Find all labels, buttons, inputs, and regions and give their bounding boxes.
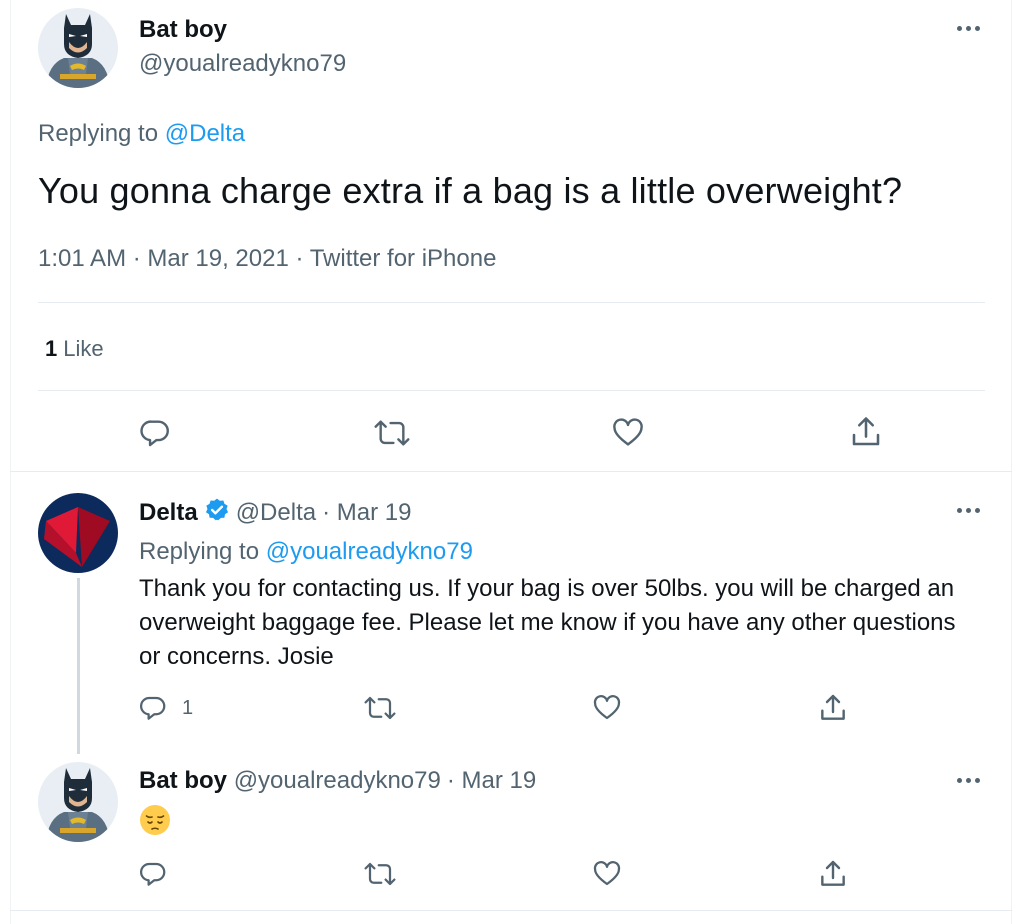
pensive-face-emoji [140,805,170,835]
replying-to-link[interactable]: @youalreadykno79 [266,538,473,565]
more-options-icon[interactable] [952,500,984,520]
batboy-author-header: Bat boy @youalreadykno79 · Mar 19 [139,767,536,795]
reply-icon [139,862,166,886]
more-options-icon[interactable] [952,18,984,38]
delta-avatar[interactable] [38,493,118,573]
batman-avatar-image [38,8,118,88]
divider [10,910,1012,911]
author-name[interactable]: Bat boy [139,767,227,794]
reply-count: 1 [182,696,194,719]
divider [38,390,985,391]
retweet-button[interactable] [363,859,397,889]
reply-button[interactable] [138,859,168,889]
share-icon [821,694,845,720]
like-button[interactable] [592,693,622,723]
verified-badge-icon [205,498,228,521]
replying-prefix: Replying to [38,120,159,147]
batman-avatar-image [38,762,118,842]
reply-icon [139,696,166,720]
delta-author-header: Delta @Delta · Mar 19 [139,497,411,527]
author-handle[interactable]: @youalreadykno79 [234,767,441,794]
divider [10,471,1012,472]
reply-button[interactable]: 1 [138,693,193,723]
tweet-text: You gonna charge extra if a bag is a lit… [38,170,903,211]
tweet-text: Thank you for contacting us. If your bag… [139,575,956,670]
like-count: 1 [45,336,58,361]
share-button[interactable] [817,858,849,890]
author-name[interactable]: Delta [139,499,198,526]
replying-to: Replying to @Delta [38,120,245,148]
author-handle[interactable]: @youalreadykno79 [139,50,346,78]
share-icon [821,860,845,886]
replying-to: Replying to @youalreadykno79 [139,538,473,566]
share-button[interactable] [817,692,849,724]
heart-icon [593,861,621,886]
tweet-date[interactable]: · Mar 19 [447,767,536,794]
share-icon [852,417,880,446]
divider [38,302,985,303]
replying-to-link[interactable]: @Delta [165,120,245,147]
reply-icon [140,420,169,447]
thread-line [77,578,80,754]
batboy-avatar[interactable] [38,8,118,88]
like-button[interactable] [592,859,622,889]
author-handle[interactable]: @Delta [236,499,316,526]
tweet-date[interactable]: · Mar 19 [322,499,411,526]
heart-icon [593,695,621,720]
like-stat[interactable]: 1 Like [45,336,104,362]
delta-logo-icon [38,493,118,573]
more-options-icon[interactable] [952,770,984,790]
like-label: Like [63,336,104,361]
author-name[interactable]: Bat boy [139,16,227,44]
reply-button[interactable] [138,416,172,450]
tweet-timestamp[interactable]: 1:01 AM · Mar 19, 2021 · Twitter for iPh… [38,245,496,273]
heart-icon [613,418,643,446]
retweet-button[interactable] [363,693,397,723]
batboy-avatar[interactable] [38,762,118,842]
retweet-icon [374,420,410,446]
share-button[interactable] [848,414,884,450]
retweet-icon [364,696,396,720]
like-button[interactable] [611,416,645,450]
retweet-icon [364,862,396,886]
retweet-button[interactable] [373,416,411,450]
replying-prefix: Replying to [139,538,260,565]
